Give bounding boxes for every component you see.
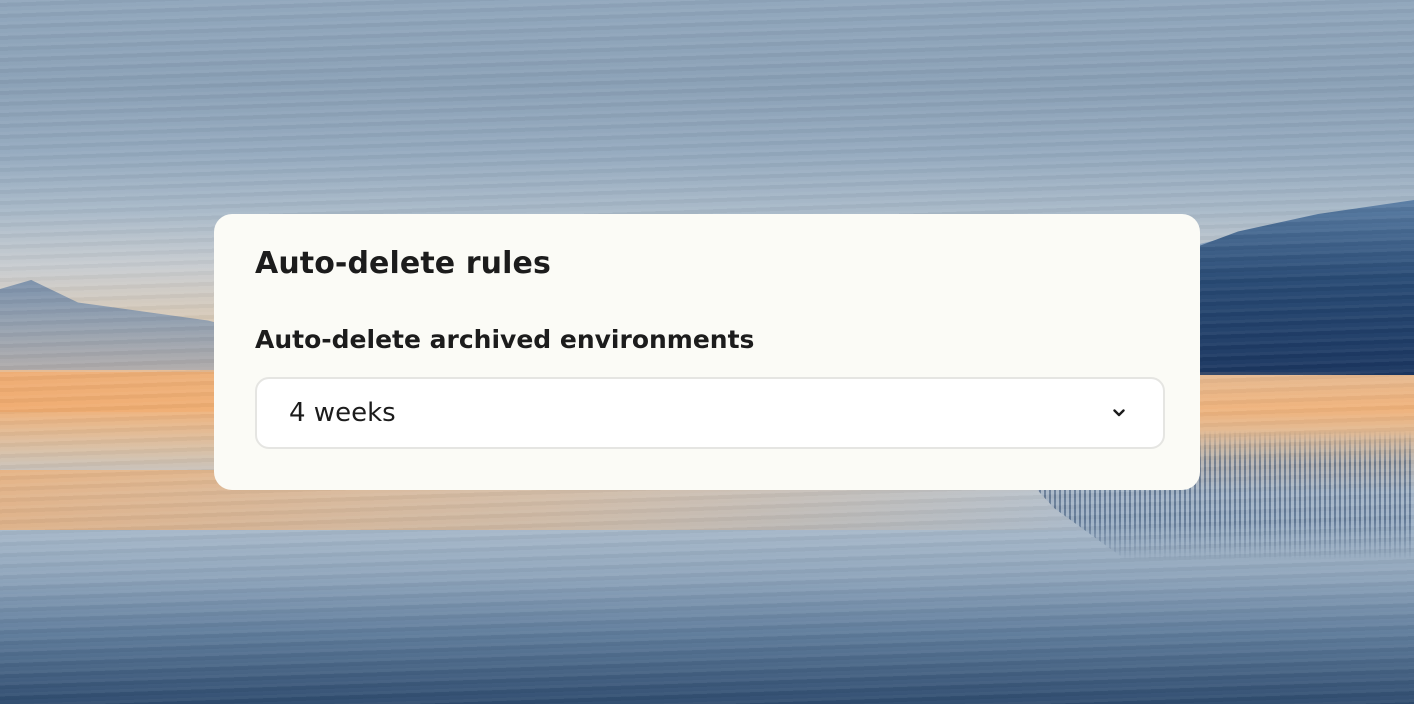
select-value: 4 weeks [289, 398, 396, 428]
card-title: Auto-delete rules [255, 246, 551, 281]
chevron-down-icon[interactable] [1111, 407, 1127, 419]
auto-delete-rules-card: Auto-delete rules Auto-delete archived e… [214, 214, 1200, 490]
archived-environments-select[interactable]: 4 weeks [255, 377, 1165, 449]
archived-environments-label: Auto-delete archived environments [255, 325, 755, 354]
